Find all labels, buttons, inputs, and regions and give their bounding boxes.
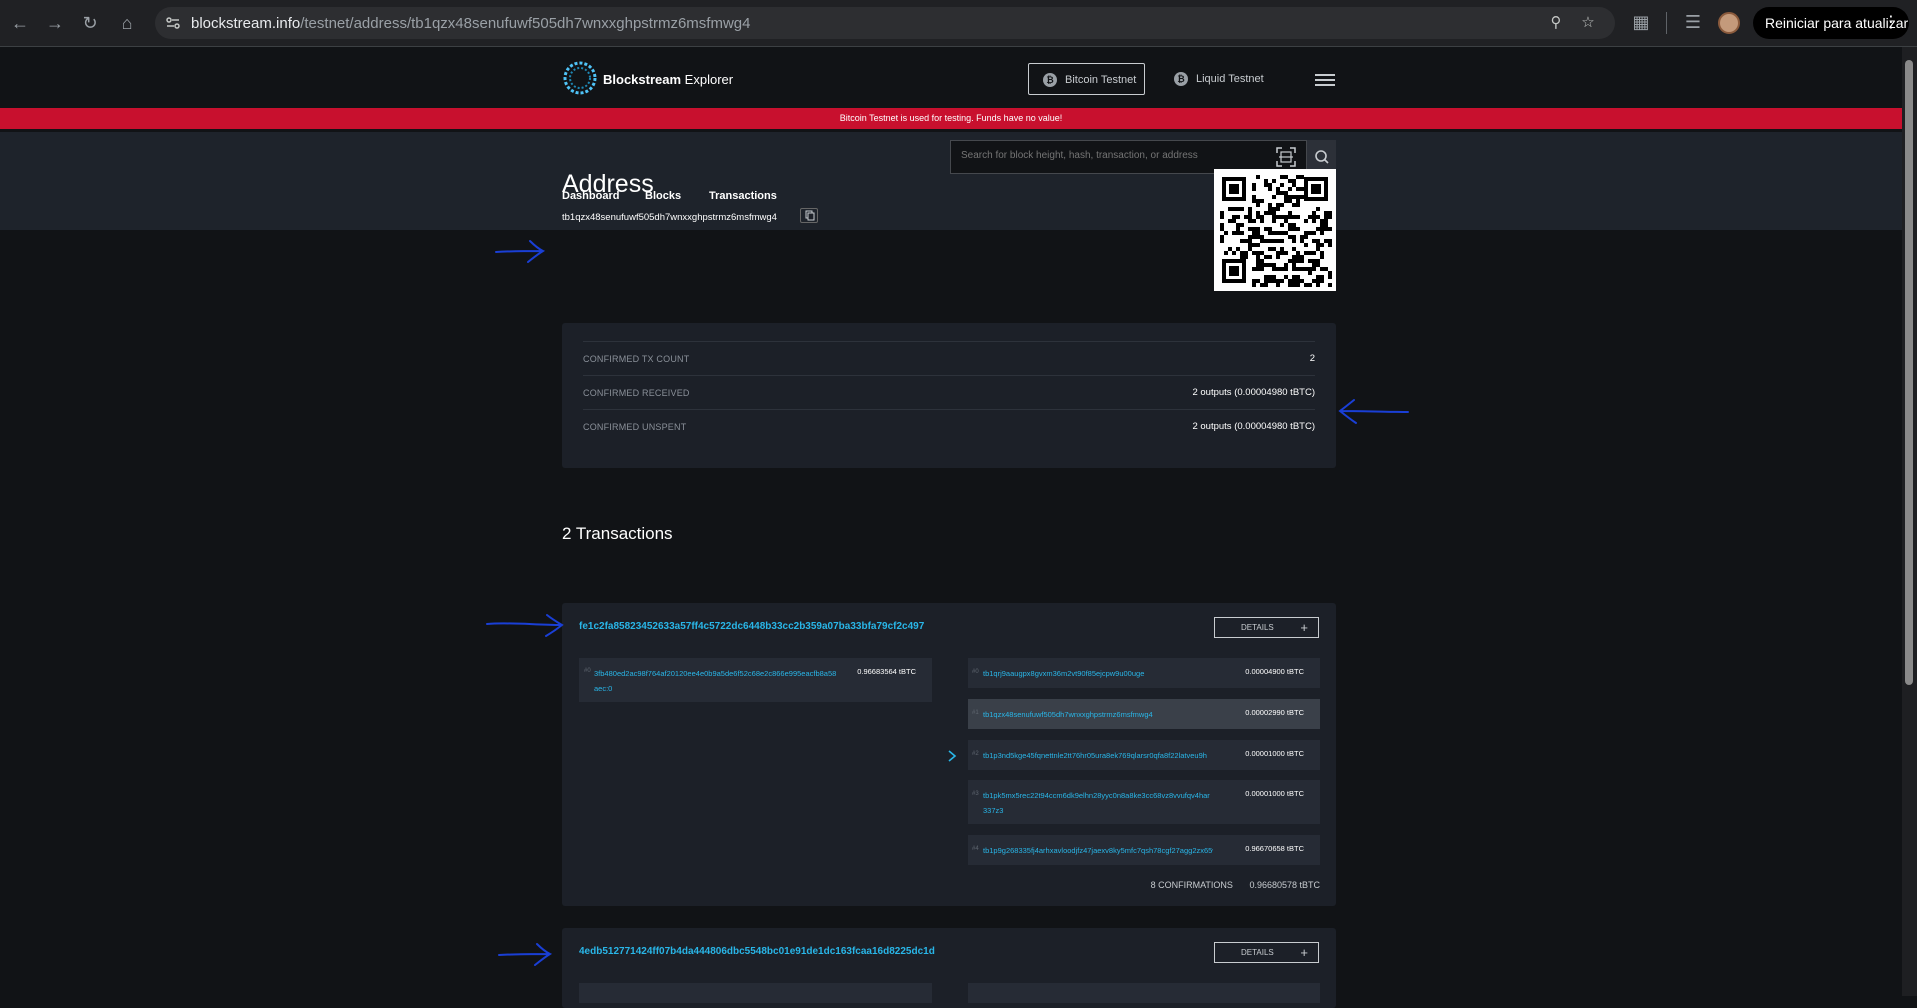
bookmark-star-icon[interactable]: ☆ <box>1579 14 1597 32</box>
transaction-output <box>968 983 1320 1003</box>
transaction-footer: 8 CONFIRMATIONS 0.96680578 tBTC <box>1151 880 1320 890</box>
search-input[interactable] <box>959 149 1273 162</box>
back-icon[interactable]: ← <box>10 13 30 33</box>
blockstream-logo-icon[interactable] <box>562 60 598 96</box>
output-address-link[interactable]: tb1p3nd5kge45fqnettnle2tt76hr05ura8ek769… <box>983 748 1213 763</box>
transaction-card: 4edb512771424ff07b4da444806dbc5548bc01e9… <box>562 928 1336 1008</box>
liquid-icon: ₿ <box>1174 72 1188 86</box>
output-index: #4 <box>972 846 979 852</box>
details-label: DETAILS <box>1241 623 1274 632</box>
site-settings-icon[interactable] <box>165 15 181 31</box>
input-index: #0 <box>584 668 591 674</box>
reload-icon[interactable]: ↻ <box>80 13 100 33</box>
details-button[interactable]: DETAILS + <box>1214 942 1319 963</box>
output-index: #3 <box>972 791 979 797</box>
restart-to-update-button[interactable]: Reiniciar para atualizar ⋮ <box>1753 7 1909 39</box>
qr-scan-icon[interactable] <box>1275 146 1297 168</box>
annotation-arrow-left-icon <box>1338 399 1409 424</box>
address-value: tb1qzx48senufuwf505dh7wnxxghpstrmz6msfmw… <box>562 212 777 223</box>
url-text: blockstream.info/testnet/address/tb1qzx4… <box>191 15 750 32</box>
network-label: Liquid Testnet <box>1196 73 1264 85</box>
network-label: Bitcoin Testnet <box>1065 74 1137 86</box>
details-label: DETAILS <box>1241 948 1274 957</box>
chevron-right-icon <box>948 750 957 762</box>
bitcoin-icon: ₿ <box>1043 73 1057 87</box>
address-qr-code <box>1214 169 1336 291</box>
output-amount: 0.00004900 tBTC <box>1245 667 1304 676</box>
address-bar[interactable]: blockstream.info/testnet/address/tb1qzx4… <box>155 7 1615 39</box>
output-address-link[interactable]: tb1pk5mx5rec22t94ccm6dk9elhn28yyc0n8a8ke… <box>983 788 1213 818</box>
stat-confirmed-unspent: CONFIRMED UNSPENT 2 outputs (0.00004980 … <box>583 409 1315 444</box>
output-index: #0 <box>972 669 979 675</box>
stat-label: CONFIRMED RECEIVED <box>583 388 690 398</box>
output-amount: 0.00002990 tBTC <box>1245 708 1304 717</box>
confirmations: 8 CONFIRMATIONS <box>1150 880 1233 890</box>
more-menu-icon: ⋮ <box>1883 14 1899 31</box>
transaction-input: #0 3fb480ed2ac98f764af20120ee4e0b9a5de6f… <box>579 658 932 702</box>
transaction-output-current-address: #1 tb1qzx48senufuwf505dh7wnxxghpstrmz6ms… <box>968 699 1320 729</box>
scrollbar-thumb[interactable] <box>1905 60 1913 685</box>
output-amount: 0.00001000 tBTC <box>1245 789 1304 798</box>
transaction-card: fe1c2fa85823452633a57ff4c5722dc6448b33cc… <box>562 603 1336 906</box>
toolbar-divider <box>1666 12 1667 34</box>
transaction-output: #3 tb1pk5mx5rec22t94ccm6dk9elhn28yyc0n8a… <box>968 780 1320 824</box>
network-bitcoin-testnet-button[interactable]: ₿ Bitcoin Testnet <box>1028 63 1145 95</box>
transaction-hash-link[interactable]: fe1c2fa85823452633a57ff4c5722dc6448b33cc… <box>579 621 924 632</box>
transaction-output: #0 tb1qrj9aaugpx8gvxm36m2vt90f85ejcpw9u0… <box>968 658 1320 688</box>
stat-label: CONFIRMED TX COUNT <box>583 354 690 364</box>
details-button[interactable]: DETAILS + <box>1214 617 1319 638</box>
output-address-link[interactable]: tb1qrj9aaugpx8gvxm36m2vt90f85ejcpw9u00ug… <box>983 666 1213 681</box>
extensions-icon[interactable]: ▦ <box>1631 12 1651 32</box>
home-icon[interactable]: ⌂ <box>117 13 137 33</box>
nav-transactions[interactable]: Transactions <box>709 190 777 202</box>
annotation-arrow-right-icon <box>486 614 564 637</box>
stat-confirmed-tx-count: CONFIRMED TX COUNT 2 <box>583 341 1315 376</box>
stat-value: 2 outputs (0.00004980 tBTC) <box>1192 387 1315 398</box>
annotation-arrow-right-icon <box>495 240 546 263</box>
url-path: /testnet/address/tb1qzx48senufuwf505dh7w… <box>300 15 751 32</box>
address-stats-panel: CONFIRMED TX COUNT 2 CONFIRMED RECEIVED … <box>562 323 1336 468</box>
page-title: Address <box>562 170 654 198</box>
input-amount: 0.96683564 tBTC <box>857 667 916 676</box>
browser-toolbar: ← → ↻ ⌂ blockstream.info/testnet/address… <box>0 0 1917 47</box>
output-index: #2 <box>972 751 979 757</box>
transaction-output: #2 tb1p3nd5kge45fqnettnle2tt76hr05ura8ek… <box>968 740 1320 770</box>
site-header: Blockstream Explorer ₿ Bitcoin Testnet ₿… <box>0 47 1902 107</box>
logo-text[interactable]: Blockstream Explorer <box>603 72 733 87</box>
menu-hamburger-icon[interactable] <box>1315 74 1335 86</box>
forward-icon[interactable]: → <box>45 13 65 33</box>
testnet-warning-banner: Bitcoin Testnet is used for testing. Fun… <box>0 108 1902 129</box>
output-amount: 0.96670658 tBTC <box>1245 844 1304 853</box>
stat-confirmed-received: CONFIRMED RECEIVED 2 outputs (0.00004980… <box>583 375 1315 410</box>
stat-value: 2 outputs (0.00004980 tBTC) <box>1192 421 1315 432</box>
network-liquid-testnet-button[interactable]: ₿ Liquid Testnet <box>1160 63 1280 95</box>
copy-icon[interactable] <box>800 208 818 223</box>
input-outpoint-link[interactable]: 3fb480ed2ac98f764af20120ee4e0b9a5de6f52c… <box>594 666 839 696</box>
output-address-link[interactable]: tb1qzx48senufuwf505dh7wnxxghpstrmz6msfmw… <box>983 707 1213 722</box>
plus-icon: + <box>1300 945 1308 960</box>
url-host: blockstream.info <box>191 15 301 32</box>
media-queue-icon[interactable]: ☰ <box>1683 12 1703 32</box>
annotation-arrow-right-icon <box>498 943 553 966</box>
transaction-input <box>579 983 932 1003</box>
transactions-heading: 2 Transactions <box>562 524 673 543</box>
transaction-output: #4 tb1p9g268335fj4arhxavloodjfz47jaexv8k… <box>968 835 1320 865</box>
transaction-total: 0.96680578 tBTC <box>1249 880 1320 890</box>
transaction-hash-link[interactable]: 4edb512771424ff07b4da444806dbc5548bc01e9… <box>579 946 935 957</box>
zoom-icon[interactable]: ⚲ <box>1547 14 1565 32</box>
output-address-link[interactable]: tb1p9g268335fj4arhxavloodjfz47jaexv8ky5m… <box>983 843 1213 858</box>
output-amount: 0.00001000 tBTC <box>1245 749 1304 758</box>
stat-label: CONFIRMED UNSPENT <box>583 422 687 432</box>
profile-avatar[interactable] <box>1718 12 1740 34</box>
plus-icon: + <box>1300 620 1308 635</box>
stat-value: 2 <box>1309 353 1315 364</box>
output-index: #1 <box>972 710 979 716</box>
